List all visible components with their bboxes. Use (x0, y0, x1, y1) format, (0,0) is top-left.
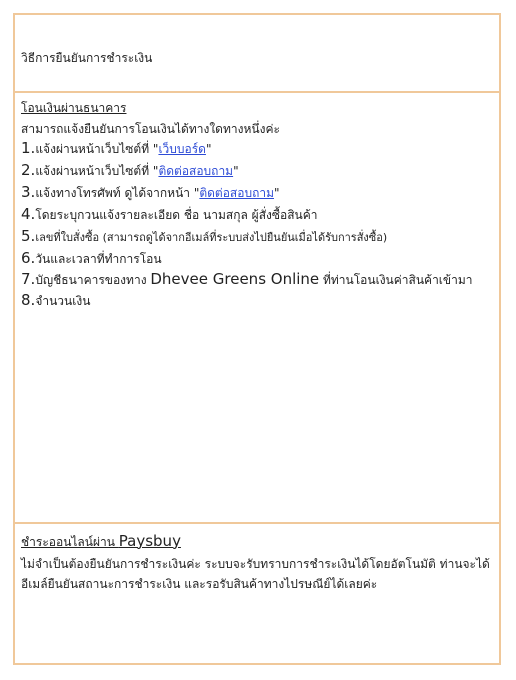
bank-transfer-intro: สามารถแจ้งยืนยันการโอนเงินได้ทางใดทางหนึ… (21, 122, 280, 136)
list-item: 8.จำนวนเงิน (21, 291, 91, 309)
paysbuy-heading: ชำระออนไลน์ผ่าน Paysbuy (21, 532, 181, 550)
page-title: วิธีการยืนยันการชำระเงิน (21, 51, 153, 65)
paysbuy-brand: Paysbuy (118, 532, 181, 550)
webboard-link[interactable]: เว็บบอร์ด (158, 142, 206, 156)
list-item: 7.บัญชีธนาคารของทาง Dhevee Greens Online… (21, 270, 473, 288)
list-item: 1.แจ้งผ่านหน้าเว็บไซต์ที่ "เว็บบอร์ด" (21, 139, 212, 157)
bank-transfer-section: โอนเงินผ่านธนาคาร สามารถแจ้งยืนยันการโอน… (15, 93, 499, 524)
store-name: Dhevee Greens Online (150, 270, 320, 288)
list-item: 2.แจ้งผ่านหน้าเว็บไซต์ที่ "ติดต่อสอบถาม" (21, 161, 239, 179)
bank-transfer-heading: โอนเงินผ่านธนาคาร (21, 101, 127, 115)
title-section: วิธีการยืนยันการชำระเงิน (15, 15, 499, 93)
paysbuy-description: ไม่จำเป็นต้องยืนยันการชำระเงินค่ะ ระบบจะ… (21, 557, 490, 591)
contact-phone-link[interactable]: ติดต่อสอบถาม (199, 186, 274, 200)
list-item: 3.แจ้งทางโทรศัพท์ ดูได้จากหน้า "ติดต่อสอ… (21, 183, 280, 201)
paysbuy-section: ชำระออนไลน์ผ่าน Paysbuy ไม่จำเป็นต้องยืน… (15, 524, 499, 663)
payment-confirmation-table: วิธีการยืนยันการชำระเงิน โอนเงินผ่านธนาค… (13, 13, 501, 665)
contact-link[interactable]: ติดต่อสอบถาม (158, 164, 233, 178)
list-item: 4.โดยระบุกวนแจ้งรายละเอียด ชื่อ นามสกุล … (21, 205, 318, 223)
list-item: 5.เลขที่ใบสั่งซื้อ (สามารถดูได้จากอีเมล์… (21, 227, 388, 245)
list-item: 6.วันและเวลาที่ทำการโอน (21, 249, 162, 267)
